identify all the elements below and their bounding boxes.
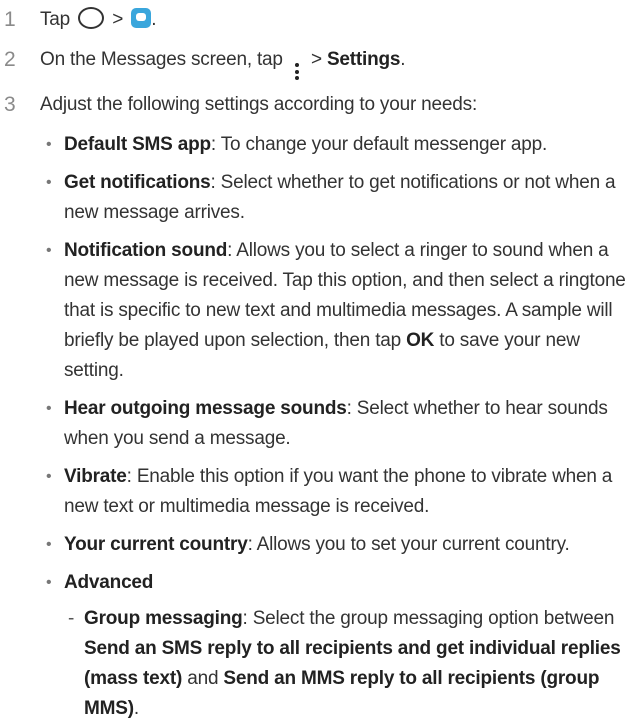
ok-term: OK xyxy=(406,330,435,351)
step-separator: > xyxy=(305,49,327,70)
messages-app-icon xyxy=(131,8,152,28)
setting-term: Notification sound xyxy=(64,240,228,261)
setting-term: Group messaging xyxy=(84,608,243,629)
list-item: Default SMS app: To change your default … xyxy=(40,130,636,160)
setting-term: Your current country xyxy=(64,534,248,555)
setting-term: Default SMS app xyxy=(64,134,211,155)
step-separator: > xyxy=(107,9,129,30)
setting-description: : Enable this option if you want the pho… xyxy=(64,466,613,517)
step-text: Tap xyxy=(40,9,76,30)
setting-term: Advanced xyxy=(64,572,154,593)
setting-description: : Allows you to set your current country… xyxy=(247,534,570,555)
step-text: Adjust the following settings according … xyxy=(40,94,478,115)
sub-list-item: Group messaging: Select the group messag… xyxy=(64,604,636,724)
list-item: Get notifications: Select whether to get… xyxy=(40,168,636,228)
advanced-sublist: Group messaging: Select the group messag… xyxy=(64,604,636,724)
setting-description: : To change your default messenger app. xyxy=(210,134,548,155)
settings-list: Default SMS app: To change your default … xyxy=(40,130,636,724)
setting-description: : Select the group messaging option betw… xyxy=(242,608,615,629)
setting-description: . xyxy=(133,698,139,719)
more-options-icon xyxy=(294,63,299,80)
list-item: Advanced Group messaging: Select the gro… xyxy=(40,568,636,724)
setting-term: Hear outgoing message sounds xyxy=(64,398,347,419)
step-number: 3 xyxy=(4,93,16,116)
home-circle-icon xyxy=(78,7,105,29)
list-item: Vibrate: Enable this option if you want … xyxy=(40,462,636,522)
manual-page: 1 Tap > . 2 On the Messages screen, tap … xyxy=(0,0,642,719)
step-number: 1 xyxy=(4,8,16,31)
step-1: 1 Tap > . xyxy=(2,5,636,35)
setting-term: Get notifications xyxy=(64,172,211,193)
step-3: 3 Adjust the following settings accordin… xyxy=(2,90,636,724)
list-item: Hear outgoing message sounds: Select whe… xyxy=(40,394,636,454)
step-2: 2 On the Messages screen, tap > Settings… xyxy=(2,45,636,80)
setting-description: and xyxy=(182,668,224,689)
step-period: . xyxy=(400,49,406,70)
list-item: Notification sound: Allows you to select… xyxy=(40,236,636,386)
list-item: Your current country: Allows you to set … xyxy=(40,530,636,560)
settings-term: Settings xyxy=(326,49,401,70)
step-number: 2 xyxy=(4,48,16,71)
setting-term: Vibrate xyxy=(64,466,127,487)
step-period: . xyxy=(151,9,157,30)
step-text: On the Messages screen, tap xyxy=(40,49,288,70)
